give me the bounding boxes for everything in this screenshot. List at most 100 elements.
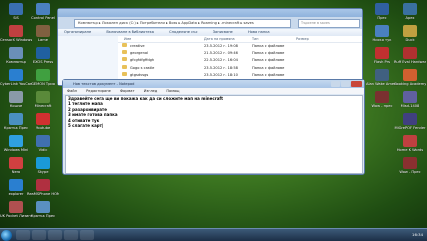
app-icon	[403, 157, 417, 169]
menu-view[interactable]: Изглед	[144, 89, 157, 93]
desktop-icon[interactable]: GEMON Трио	[27, 69, 59, 86]
maximize-button[interactable]	[341, 81, 350, 87]
desktop-icon[interactable]: Skype	[27, 157, 59, 174]
app-icon	[36, 179, 50, 191]
folder-icon	[122, 71, 127, 76]
folder-icon	[122, 64, 127, 69]
desktop-icon-label: Alan Wake American	[366, 82, 398, 86]
app-icon	[9, 47, 23, 59]
column-type[interactable]: Тип	[252, 36, 259, 42]
toolbar-burn-button[interactable]: Записване	[213, 30, 233, 34]
app-icon	[36, 135, 50, 147]
menu-file[interactable]: Файл	[67, 89, 77, 93]
app-icon	[375, 3, 389, 15]
file-row[interactable]: georgenal 21.5.2012 г. 09:46 Папка с файло…	[118, 50, 362, 57]
column-name[interactable]: Име	[124, 36, 131, 42]
desktop-icon[interactable]: Кратък Прес	[27, 201, 59, 218]
desktop-icon[interactable]: Прес	[366, 3, 398, 20]
taskbar-ie-icon[interactable]	[16, 230, 30, 240]
desktop-icon[interactable]: Vidic	[27, 135, 59, 152]
app-icon	[403, 113, 417, 125]
taskbar-notepad-icon[interactable]	[80, 230, 94, 240]
navigation-pane[interactable]	[58, 36, 118, 85]
file-name: gtgsdvsgs	[130, 72, 149, 77]
file-row[interactable]: creative 23.5.2012 г. 19:08 Папка с файлов…	[118, 43, 362, 50]
app-icon	[36, 25, 50, 37]
desktop-icon[interactable]: Home K Words	[394, 135, 426, 152]
app-icon	[375, 69, 389, 81]
desktop-icon[interactable]: MiGrePOF Fender	[394, 113, 426, 130]
menu-edit[interactable]: Редактиране	[86, 89, 111, 93]
desktop-icon[interactable]: EXOS Press	[27, 47, 59, 64]
desktop-icon[interactable]: Wow - Прес	[394, 157, 426, 174]
folder-icon	[122, 50, 127, 55]
app-icon	[36, 201, 50, 213]
toolbar-include-library-button[interactable]: Включване в библиотека	[106, 30, 154, 34]
app-icon	[36, 157, 50, 169]
desktop-icon[interactable]: Lame	[27, 25, 59, 42]
menu-format[interactable]: Формат	[120, 89, 135, 93]
app-icon	[403, 135, 417, 147]
desktop-icon[interactable]: Duck	[394, 25, 426, 42]
start-button[interactable]	[1, 229, 12, 241]
minimize-button[interactable]	[331, 81, 340, 87]
desktop-icon[interactable]: Alan Wake American	[366, 69, 398, 86]
desktop-icon-label: Control Panel	[31, 16, 55, 20]
desktop-icon[interactable]: Youtube	[27, 113, 59, 130]
notepad-menu: Файл Редактиране Формат Изглед Помощ	[63, 88, 364, 94]
toolbar-new-folder-button[interactable]: Нова папка	[248, 30, 270, 34]
desktop-icon-label: Misd-1408	[400, 104, 420, 108]
desktop-icon[interactable]: Minecraft	[27, 91, 59, 108]
desktop-icon[interactable]: Wow - прес	[366, 91, 398, 108]
taskbar-media-icon[interactable]	[48, 230, 62, 240]
desktop-icon[interactable]: Cooking Academy	[394, 69, 426, 86]
app-icon	[36, 3, 50, 15]
file-name: creative	[130, 44, 145, 48]
folder-icon	[122, 43, 127, 47]
desktop-icon-label: Apex	[405, 16, 415, 20]
file-date: 23.5.2012 г. 18:10	[204, 72, 238, 77]
toolbar-share-button[interactable]: Споделяне със	[169, 30, 197, 34]
column-size[interactable]: Размер	[296, 36, 309, 42]
toolbar-organize-button[interactable]: Организиране	[64, 30, 91, 34]
desktop-icon-label: GEMON Трио	[31, 82, 55, 86]
search-input[interactable]: Търсене в saves	[298, 19, 360, 28]
file-type: Папка с файлове	[252, 51, 285, 56]
app-icon	[403, 3, 417, 15]
explorer-window[interactable]: Компютър ▸ Локален диск (C:) ▸ Потребите…	[57, 8, 363, 86]
close-button[interactable]	[351, 81, 362, 87]
app-icon	[403, 25, 417, 37]
column-date[interactable]: Дата на промяна	[204, 36, 235, 42]
file-type: Папка с файлове	[252, 58, 285, 63]
notepad-window[interactable]: Нов текстов документ - Notepad Файл Реда…	[62, 79, 365, 175]
file-date: 22.5.2012 г. 16:04	[204, 58, 238, 63]
file-date: 23.5.2012 г. 19:08	[204, 44, 238, 48]
explorer-toolbar: Организиране Включване в библиотека Спод…	[58, 29, 362, 36]
explorer-titlebar[interactable]	[58, 9, 362, 17]
desktop-icon[interactable]: Ниско тук	[366, 25, 398, 42]
desktop-icon[interactable]: Ruff Eval Hardware	[394, 47, 426, 64]
desktop-icon[interactable]: Apex	[394, 3, 426, 20]
desktop-icon-label: Cooking Academy	[394, 82, 426, 86]
desktop-icon[interactable]: ReaMSPhone HOME 5.0	[27, 179, 59, 196]
desktop-icon-label: Home K Words	[396, 148, 424, 152]
address-bar[interactable]: Компютър ▸ Локален диск (C:) ▸ Потребите…	[74, 19, 291, 28]
menu-help[interactable]: Помощ	[166, 89, 179, 93]
notepad-titlebar[interactable]: Нов текстов документ - Notepad	[63, 80, 364, 88]
file-row[interactable]: gtgsdvsgs 23.5.2012 г. 18:10 Папка с файло…	[118, 71, 362, 79]
file-list[interactable]: Име Дата на промяна Тип Размер creative 2…	[118, 36, 362, 85]
file-date: 23.5.2012 г. 18:58	[204, 65, 238, 70]
desktop-icon[interactable]: Control Panel	[27, 3, 59, 20]
file-row[interactable]: gfcgfdfgffdgh 22.5.2012 г. 16:04 Папка с ф…	[118, 57, 362, 64]
app-icon	[36, 69, 50, 81]
taskbar-app-icon[interactable]	[64, 230, 78, 240]
clock[interactable]: 16:34	[412, 229, 423, 241]
file-row[interactable]: Gogo s castle 23.5.2012 г. 18:58 Папка с ф…	[118, 64, 362, 72]
taskbar-explorer-icon[interactable]	[32, 230, 46, 240]
app-icon	[9, 113, 23, 125]
desktop-icon[interactable]: Flash Prs	[366, 47, 398, 64]
notepad-text-area[interactable]: Здравейте сега ще ви покажа как да си сл…	[65, 95, 363, 174]
desktop-icon[interactable]: Misd-1408	[394, 91, 426, 108]
desktop-icon-label: Lame	[38, 38, 48, 42]
app-icon	[9, 69, 23, 81]
